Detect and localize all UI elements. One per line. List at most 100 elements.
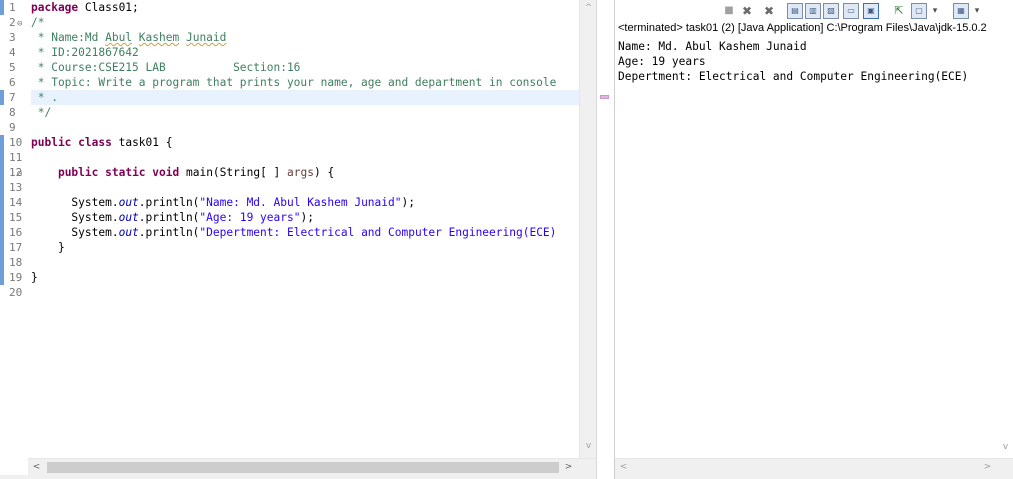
line-number: 19 [9, 271, 23, 284]
console-status-strip [615, 475, 1013, 479]
keyword: class [78, 136, 112, 149]
code-text: ); [401, 196, 415, 209]
comment-text [132, 31, 139, 44]
show-on-stdout-icon[interactable]: ▭ [843, 3, 859, 19]
code-line[interactable]: package Class01; [31, 0, 139, 15]
spelling-warning-text: Kashem [138, 31, 180, 44]
string-literal: "Name: Md. Abul Kashem Junaid" [199, 196, 402, 209]
code-text: Class01; [78, 1, 139, 14]
line-number: 14 [9, 196, 23, 209]
code-line[interactable]: * ID:2021867642 [31, 45, 139, 60]
line-number: 17 [9, 241, 23, 254]
console-vertical-scrollbar[interactable]: v [997, 36, 1013, 458]
code-editor[interactable]: 1 2 ⊖ 3 4 5 6 7 8 9 10 11 12 ⊖ 13 14 15 16… [0, 0, 596, 479]
console-output-line: Name: Md. Abul Kashem Junaid [618, 40, 807, 53]
remove-launch-icon[interactable]: ✖ [739, 3, 755, 19]
line-number-gutter: 1 2 ⊖ 3 4 5 6 7 8 9 10 11 12 ⊖ 13 14 15 16… [4, 0, 28, 458]
editor-horizontal-scrollbar[interactable]: < > [28, 458, 596, 475]
code-line-current[interactable]: * . [31, 90, 579, 105]
overview-annotation-marker[interactable] [600, 95, 609, 99]
code-line[interactable]: } [31, 270, 38, 285]
console-output-line: Age: 19 years [618, 55, 706, 68]
parameter: args [287, 166, 314, 179]
scroll-left-icon[interactable]: < [615, 459, 632, 476]
code-line[interactable]: * Topic: Write a program that prints you… [31, 75, 557, 90]
display-console-icon[interactable]: ▢ [911, 3, 927, 19]
line-number: 2 ⊖ [4, 15, 28, 30]
code-text: ); [300, 211, 314, 224]
code-text: .println( [138, 196, 200, 209]
line-number: 7 [9, 91, 16, 104]
line-number: 10 [9, 136, 23, 149]
keyword: public [31, 136, 72, 149]
console-toolbar: ■ ✖ ✖ ▤ ▥ ▧ ▭ ▣ ⇱ ▢ ▾ ▦ ▾ [615, 0, 1013, 21]
code-text: task01 { [111, 136, 173, 149]
word-wrap-icon[interactable]: ▧ [823, 3, 839, 19]
code-line[interactable]: /* [31, 15, 44, 30]
string-literal: "Depertment: Electrical and Computer Eng… [199, 226, 557, 239]
console-launch-header: <terminated> task01 (2) [Java Applicatio… [618, 22, 987, 34]
scroll-down-icon[interactable]: v [997, 439, 1013, 456]
spelling-warning-text: Junaid [185, 31, 227, 44]
code-text: ) { [313, 166, 335, 179]
open-console-icon[interactable]: ▦ [953, 3, 969, 19]
spelling-warning-text: Abul [105, 31, 133, 44]
line-number-text: 2 [9, 16, 16, 29]
code-line[interactable]: System.out.println("Depertment: Electric… [31, 225, 556, 240]
line-number: 3 [9, 31, 16, 44]
clear-console-icon[interactable]: ▤ [787, 3, 803, 19]
scroll-down-icon[interactable]: v [580, 438, 597, 455]
keyword: static [105, 166, 146, 179]
chevron-down-icon[interactable]: ▾ [927, 3, 943, 19]
code-line[interactable]: } [31, 240, 65, 255]
console-horizontal-scrollbar[interactable]: < > [615, 458, 1013, 475]
line-number: 1 [9, 1, 16, 14]
line-number: 12 ⊖ [4, 165, 28, 180]
overview-ruler[interactable] [596, 0, 614, 479]
line-number: 16 [9, 226, 23, 239]
code-line[interactable]: * Name:Md Abul Kashem Junaid [31, 30, 227, 45]
remove-all-icon[interactable]: ✖ [761, 3, 777, 19]
string-literal: "Age: 19 years" [199, 211, 301, 224]
code-text: System. [71, 226, 119, 239]
comment-text: * Name:Md [31, 31, 106, 44]
console-output[interactable]: Name: Md. Abul Kashem Junaid Age: 19 yea… [618, 39, 998, 84]
code-text: System. [71, 211, 119, 224]
show-on-stderr-icon[interactable]: ▣ [863, 3, 879, 19]
scroll-up-icon[interactable]: ^ [580, 0, 597, 17]
code-line[interactable]: public class task01 { [31, 135, 172, 150]
line-number: 6 [9, 76, 16, 89]
terminate-icon[interactable]: ■ [721, 3, 737, 19]
static-field: out [118, 196, 139, 209]
scroll-lock-icon[interactable]: ▥ [805, 3, 821, 19]
console-view[interactable]: ■ ✖ ✖ ▤ ▥ ▧ ▭ ▣ ⇱ ▢ ▾ ▦ ▾ <terminated> t… [614, 0, 1013, 479]
code-line[interactable]: */ [31, 105, 51, 120]
comment-text [179, 31, 186, 44]
line-number: 8 [9, 106, 16, 119]
code-line[interactable]: System.out.println("Name: Md. Abul Kashe… [31, 195, 415, 210]
scroll-right-icon[interactable]: > [560, 459, 577, 476]
chevron-down-icon[interactable]: ▾ [969, 3, 985, 19]
pin-console-icon[interactable]: ⇱ [891, 3, 907, 19]
keyword: void [152, 166, 180, 179]
code-area[interactable]: package Class01; /* * Name:Md Abul Kashe… [31, 0, 579, 458]
code-line[interactable]: public static void main(String[ ] args) … [31, 165, 334, 180]
line-number: 4 [9, 46, 16, 59]
line-number: 18 [9, 256, 23, 269]
line-number: 20 [9, 286, 23, 299]
console-output-line: Depertment: Electrical and Computer Engi… [618, 70, 969, 83]
line-number: 9 [9, 121, 16, 134]
static-field: out [118, 211, 139, 224]
code-text: .println( [138, 226, 200, 239]
code-line[interactable]: * Course:CSE215 LAB Section:16 [31, 60, 301, 75]
scroll-thumb[interactable] [47, 462, 559, 473]
editor-vertical-scrollbar[interactable]: ^ v [579, 0, 596, 458]
editor-status-strip [0, 475, 596, 479]
scroll-right-icon[interactable]: > [979, 459, 996, 476]
line-number: 13 [9, 181, 23, 194]
code-line[interactable]: System.out.println("Age: 19 years"); [31, 210, 314, 225]
code-text: .println( [138, 211, 200, 224]
scroll-left-icon[interactable]: < [28, 459, 45, 476]
line-number: 5 [9, 61, 16, 74]
line-number: 11 [9, 151, 23, 164]
